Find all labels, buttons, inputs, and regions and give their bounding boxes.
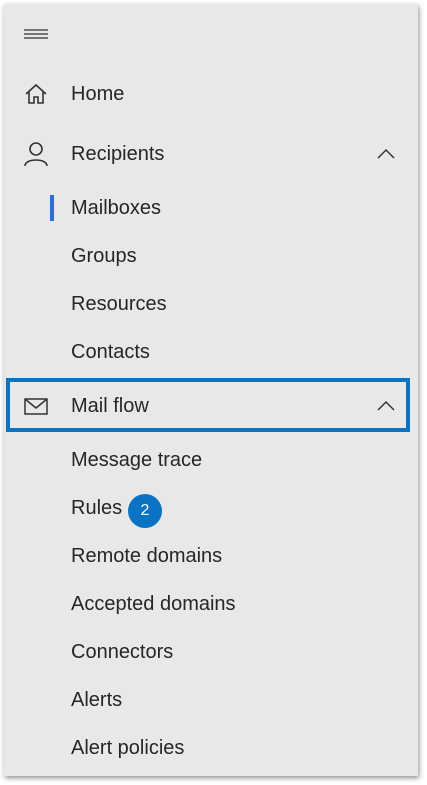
- mail-icon: [22, 393, 50, 419]
- nav-subitem-connectors[interactable]: Connectors: [4, 628, 418, 676]
- nav-item-label: Recipients: [71, 143, 165, 165]
- rules-count-badge: 2: [128, 494, 162, 528]
- nav-subitem-contacts[interactable]: Contacts: [4, 328, 418, 376]
- nav-item-recipients[interactable]: Recipients: [4, 130, 418, 178]
- nav-subitem-label: Mailboxes: [71, 197, 162, 219]
- chevron-up-icon[interactable]: [376, 144, 396, 164]
- nav-subitem-label: Accepted domains: [71, 593, 236, 615]
- nav-subitem-label: Resources: [71, 293, 167, 315]
- navigation-pane: Home Recipients Mailboxes Groups Resourc…: [4, 4, 418, 776]
- hamburger-icon[interactable]: [22, 22, 50, 46]
- home-icon: [22, 81, 50, 107]
- nav-subitem-mailboxes[interactable]: Mailboxes: [4, 184, 418, 232]
- nav-subitem-remote-domains[interactable]: Remote domains: [4, 532, 418, 580]
- nav-subitem-alerts[interactable]: Alerts: [4, 676, 418, 724]
- nav-subitem-rules[interactable]: Rules: [4, 484, 418, 532]
- person-icon: [22, 141, 50, 167]
- nav-subitem-label: Alerts: [71, 689, 123, 711]
- nav-item-home[interactable]: Home: [4, 70, 418, 118]
- nav-subitem-accepted-domains[interactable]: Accepted domains: [4, 580, 418, 628]
- nav-subitem-label: Remote domains: [71, 545, 223, 567]
- nav-subitem-alert-policies[interactable]: Alert policies: [4, 724, 418, 772]
- nav-subitem-message-trace[interactable]: Message trace: [4, 436, 418, 484]
- nav-item-mail-flow[interactable]: Mail flow: [4, 382, 418, 430]
- nav-subitem-label: Rules: [71, 497, 123, 519]
- nav-subitem-label: Groups: [71, 245, 137, 267]
- chevron-up-icon[interactable]: [376, 396, 396, 416]
- nav-subitem-groups[interactable]: Groups: [4, 232, 418, 280]
- nav-subitem-label: Contacts: [71, 341, 150, 363]
- nav-subitem-label: Alert policies: [71, 737, 185, 759]
- nav-item-label: Mail flow: [71, 395, 149, 417]
- nav-subitem-label: Message trace: [71, 449, 203, 471]
- nav-subitem-label: Connectors: [71, 641, 174, 663]
- selected-indicator: [50, 195, 54, 221]
- nav-subitem-resources[interactable]: Resources: [4, 280, 418, 328]
- nav-item-label: Home: [71, 83, 125, 105]
